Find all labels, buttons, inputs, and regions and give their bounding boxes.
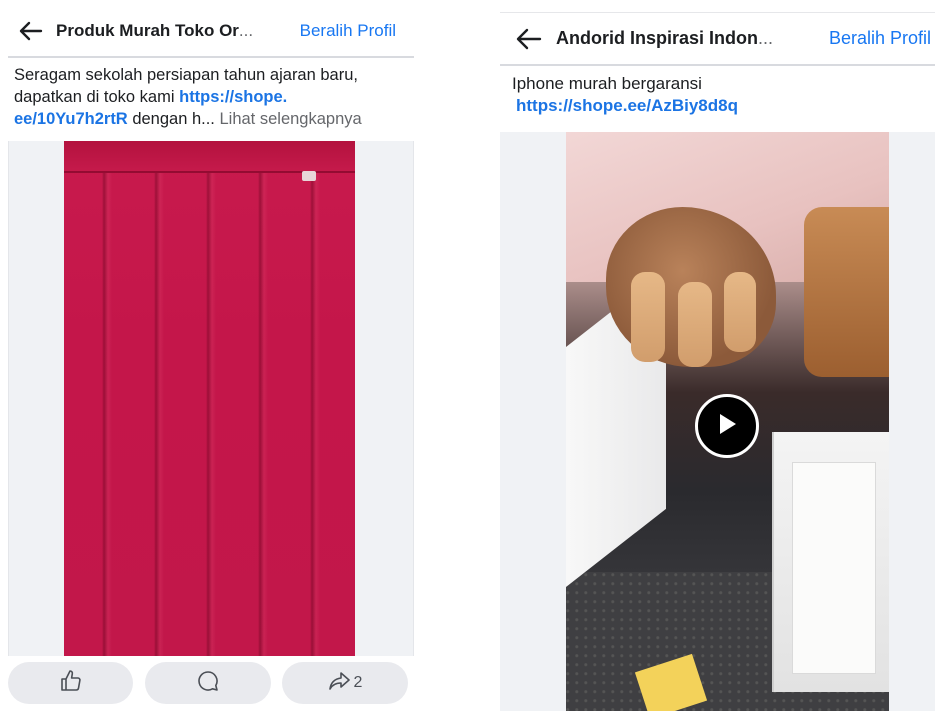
video-finger — [631, 272, 665, 362]
post-image[interactable] — [8, 141, 414, 656]
page-title: Andorid Inspirasi Indon... — [556, 28, 774, 48]
comment-button[interactable] — [145, 662, 271, 704]
left-post-header: Produk Murah Toko Or... Beralih Profil — [8, 6, 414, 58]
video-letterbox-right — [889, 132, 935, 711]
right-post-panel: Andorid Inspirasi Indon... Beralih Profi… — [500, 0, 935, 711]
share-count: 2 — [353, 674, 363, 691]
skirt-waistband — [64, 141, 355, 173]
video-finger — [724, 272, 756, 352]
post-video[interactable] — [500, 132, 935, 711]
video-letterbox-left — [500, 132, 566, 711]
see-more-link[interactable]: Lihat selengkapnya — [215, 110, 361, 128]
video-paper — [792, 462, 876, 674]
post-caption: Iphone murah bergaransi https://shope.ee… — [512, 73, 925, 117]
comment-icon — [196, 669, 220, 698]
caption-text: Iphone murah bergaransi — [512, 74, 702, 93]
back-arrow-icon[interactable] — [514, 24, 544, 54]
skirt-photo — [64, 141, 355, 656]
switch-profile-button[interactable]: Beralih Profil — [300, 21, 396, 41]
page-title: Produk Murah Toko Or... — [56, 21, 254, 40]
thumbs-up-icon — [59, 669, 83, 698]
video-bag — [804, 207, 889, 377]
skirt-tag — [302, 171, 316, 181]
share-button[interactable]: 2 — [282, 662, 408, 704]
right-post-header: Andorid Inspirasi Indon... Beralih Profi… — [500, 12, 935, 66]
caption-ellipsis: ... — [201, 110, 215, 128]
play-button[interactable] — [695, 394, 759, 458]
switch-profile-button[interactable]: Beralih Profil — [829, 28, 931, 49]
back-arrow-icon[interactable] — [16, 16, 46, 46]
play-icon — [716, 412, 738, 441]
like-button[interactable] — [8, 662, 133, 704]
share-icon — [328, 671, 350, 696]
post-actions: 2 — [8, 662, 414, 706]
left-post-panel: Produk Murah Toko Or... Beralih Profil S… — [8, 0, 414, 711]
caption-link[interactable]: https://shope.ee/AzBiy8d8q — [516, 96, 738, 115]
caption-text-truncated: dengan h — [127, 110, 202, 128]
video-finger — [678, 282, 712, 367]
post-caption: Seragam sekolah persiapan tahun ajaran b… — [14, 64, 404, 130]
